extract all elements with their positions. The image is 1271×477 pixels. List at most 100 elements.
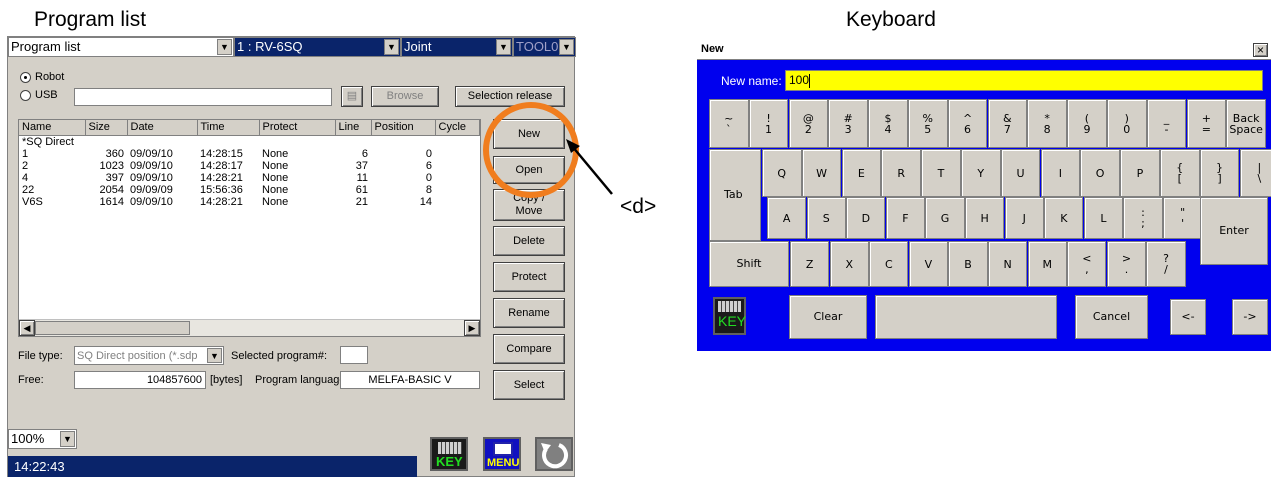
column-header-cycle[interactable]: Cycle xyxy=(435,120,480,136)
folder-icon-button[interactable]: ▤ xyxy=(341,86,363,107)
key-row4-9[interactable]: ? / xyxy=(1146,241,1186,287)
select-button[interactable]: Select xyxy=(493,370,565,400)
key-row4-5[interactable]: N xyxy=(988,241,1028,287)
shift-key[interactable]: Shift xyxy=(709,241,789,287)
open-button[interactable]: Open xyxy=(493,156,565,184)
key-row4-7[interactable]: < , xyxy=(1067,241,1107,287)
key-row3-5[interactable]: H xyxy=(965,197,1005,239)
key-row3-0[interactable]: A xyxy=(767,197,807,239)
table-row[interactable]: 4 397 09/09/10 14:28:21 None 11 0 xyxy=(19,172,479,184)
key-row1-0[interactable]: ~ ` xyxy=(709,99,749,148)
rename-button[interactable]: Rename xyxy=(493,298,565,328)
copy-move-button[interactable]: Copy / Move xyxy=(493,189,565,221)
table-row[interactable]: V6S 1614 09/09/10 14:28:21 None 21 14 xyxy=(19,196,479,208)
key-row1-11[interactable]: _ - xyxy=(1146,99,1187,148)
key-row1-7[interactable]: & 7 xyxy=(987,99,1028,148)
key-row3-3[interactable]: F xyxy=(885,197,926,239)
key-row3-6[interactable]: J xyxy=(1004,197,1044,239)
robot-select[interactable]: 1 : RV-6SQ ▼ xyxy=(234,37,401,57)
cursor-right-key[interactable]: -> xyxy=(1232,299,1268,335)
key-row1-13[interactable]: Back Space xyxy=(1226,99,1266,148)
horizontal-scrollbar[interactable]: ◀ ▶ xyxy=(19,319,480,336)
key-row3-10[interactable]: " ' xyxy=(1163,197,1203,239)
key-row2-7[interactable]: I xyxy=(1040,149,1081,197)
key-row2-5[interactable]: Y xyxy=(961,149,1001,197)
protect-button[interactable]: Protect xyxy=(493,262,565,292)
table-row[interactable]: 2 1023 09/09/10 14:28:17 None 37 6 xyxy=(19,160,479,172)
key-row2-3[interactable]: R xyxy=(881,149,921,197)
scroll-right-icon[interactable]: ▶ xyxy=(464,320,480,336)
key-row4-3[interactable]: V xyxy=(908,241,949,287)
enter-key[interactable]: Enter xyxy=(1200,197,1268,265)
key-row1-12[interactable]: + = xyxy=(1186,99,1227,148)
key-row4-8[interactable]: > . xyxy=(1106,241,1147,287)
key-icon[interactable]: KEY xyxy=(430,437,468,471)
key-row1-4[interactable]: $ 4 xyxy=(868,99,908,148)
key-row1-5[interactable]: % 5 xyxy=(908,99,948,148)
key-row1-9[interactable]: ( 9 xyxy=(1067,99,1107,148)
key-row3-8[interactable]: L xyxy=(1083,197,1124,239)
table-row[interactable]: 1 360 09/09/10 14:28:15 None 6 0 xyxy=(19,148,479,160)
key-row4-0[interactable]: Z xyxy=(790,241,830,287)
compare-button[interactable]: Compare xyxy=(493,334,565,364)
radio-usb[interactable]: USB xyxy=(20,89,58,101)
key-row2-1[interactable]: W xyxy=(801,149,842,197)
key-row1-1[interactable]: ! 1 xyxy=(748,99,789,148)
file-type-select[interactable]: SQ Direct position (*.sdp ▼ xyxy=(74,346,224,365)
new-button[interactable]: New xyxy=(493,119,565,149)
view-select[interactable]: Program list ▼ xyxy=(8,37,234,57)
return-icon[interactable] xyxy=(535,437,573,471)
column-header-position[interactable]: Position xyxy=(371,120,436,136)
column-header-line[interactable]: Line xyxy=(335,120,372,136)
key-row1-3[interactable]: # 3 xyxy=(828,99,868,148)
key-row3-1[interactable]: S xyxy=(806,197,846,239)
scroll-left-icon[interactable]: ◀ xyxy=(19,320,35,336)
keyboard-key-icon[interactable]: KEY xyxy=(713,297,746,335)
clear-key[interactable]: Clear xyxy=(789,295,867,339)
zoom-select[interactable]: 100% ▼ xyxy=(8,429,77,449)
key-row2-8[interactable]: O xyxy=(1080,149,1120,197)
key-row4-1[interactable]: X xyxy=(829,241,869,287)
usb-path-field[interactable] xyxy=(74,88,332,106)
key-row2-9[interactable]: P xyxy=(1120,149,1160,197)
program-file-list[interactable]: Name Size Date Time Protect Line Positio… xyxy=(18,119,481,337)
column-header-name[interactable]: Name xyxy=(19,120,86,136)
key-row3-9[interactable]: : ; xyxy=(1123,197,1163,239)
column-header-date[interactable]: Date xyxy=(127,120,198,136)
key-row3-4[interactable]: G xyxy=(925,197,965,239)
cancel-key[interactable]: Cancel xyxy=(1075,295,1148,339)
key-row3-2[interactable]: D xyxy=(846,197,886,239)
key-row2-0[interactable]: Q xyxy=(762,149,802,197)
browse-button[interactable]: Browse xyxy=(371,86,439,107)
key-row2-4[interactable]: T xyxy=(921,149,961,197)
scrollbar-thumb[interactable] xyxy=(35,321,190,335)
key-row1-8[interactable]: * 8 xyxy=(1027,99,1067,148)
selection-release-button[interactable]: Selection release xyxy=(455,86,565,107)
tool-select[interactable]: TOOL0 ▼ xyxy=(513,37,576,57)
key-row4-6[interactable]: M xyxy=(1027,241,1067,287)
column-header-time[interactable]: Time xyxy=(197,120,260,136)
tab-key[interactable]: Tab xyxy=(709,149,761,241)
key-row2-2[interactable]: E xyxy=(841,149,882,197)
column-header-size[interactable]: Size xyxy=(85,120,128,136)
radio-robot[interactable]: Robot xyxy=(20,71,64,83)
key-row4-2[interactable]: C xyxy=(869,241,909,287)
selected-program-field[interactable] xyxy=(340,346,368,364)
key-row1-10[interactable]: ) 0 xyxy=(1107,99,1147,148)
column-header-protect[interactable]: Protect xyxy=(259,120,336,136)
space-key[interactable] xyxy=(875,295,1057,339)
delete-button[interactable]: Delete xyxy=(493,226,565,256)
key-row2-12[interactable]: | \ xyxy=(1239,149,1271,197)
key-row2-6[interactable]: U xyxy=(1000,149,1041,197)
key-row1-6[interactable]: ^ 6 xyxy=(947,99,988,148)
key-row3-7[interactable]: K xyxy=(1044,197,1084,239)
table-row[interactable]: 22 2054 09/09/09 15:56:36 None 61 8 xyxy=(19,184,479,196)
key-row1-2[interactable]: @ 2 xyxy=(788,99,829,148)
key-row4-4[interactable]: B xyxy=(948,241,988,287)
key-row2-10[interactable]: { [ xyxy=(1160,149,1200,197)
menu-icon[interactable]: MENU xyxy=(483,437,521,471)
cursor-left-key[interactable]: <- xyxy=(1170,299,1206,335)
table-row[interactable]: *SQ Direct xyxy=(19,135,479,148)
key-row2-11[interactable]: } ] xyxy=(1199,149,1240,197)
jog-mode-select[interactable]: Joint ▼ xyxy=(401,37,513,57)
